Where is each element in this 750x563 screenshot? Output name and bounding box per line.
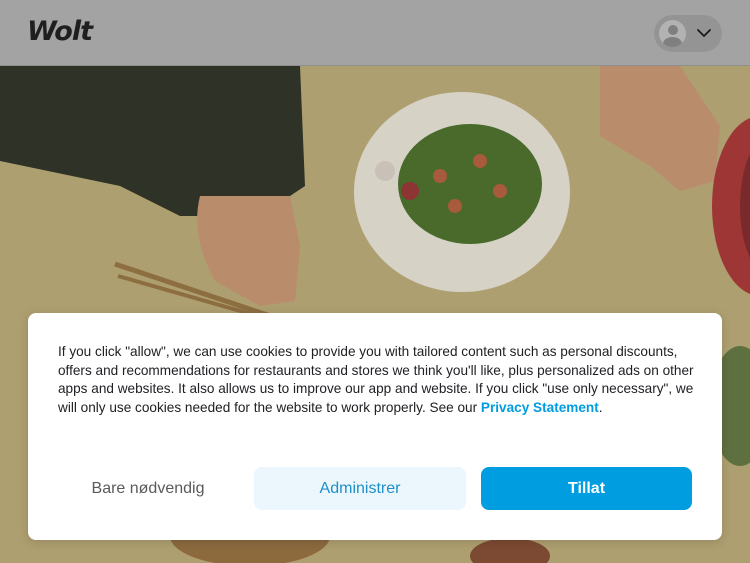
cookie-consent-period: .: [598, 400, 603, 416]
wolt-logo[interactable]: Wolt: [27, 16, 93, 47]
privacy-statement-link[interactable]: Privacy Statement: [481, 400, 599, 415]
cookie-consent-dialog: If you click "allow", we can use cookies…: [28, 313, 722, 540]
only-necessary-button[interactable]: Bare nødvendig: [42, 467, 254, 510]
user-avatar-icon: [659, 20, 686, 47]
profile-menu-button[interactable]: [654, 15, 722, 52]
allow-cookies-button[interactable]: Tillat: [481, 467, 692, 510]
manage-cookies-button[interactable]: Administrer: [254, 467, 466, 510]
chevron-down-icon: [697, 29, 711, 37]
cookie-consent-text: If you click "allow", we can use cookies…: [58, 343, 698, 418]
top-bar: Wolt: [0, 0, 750, 66]
